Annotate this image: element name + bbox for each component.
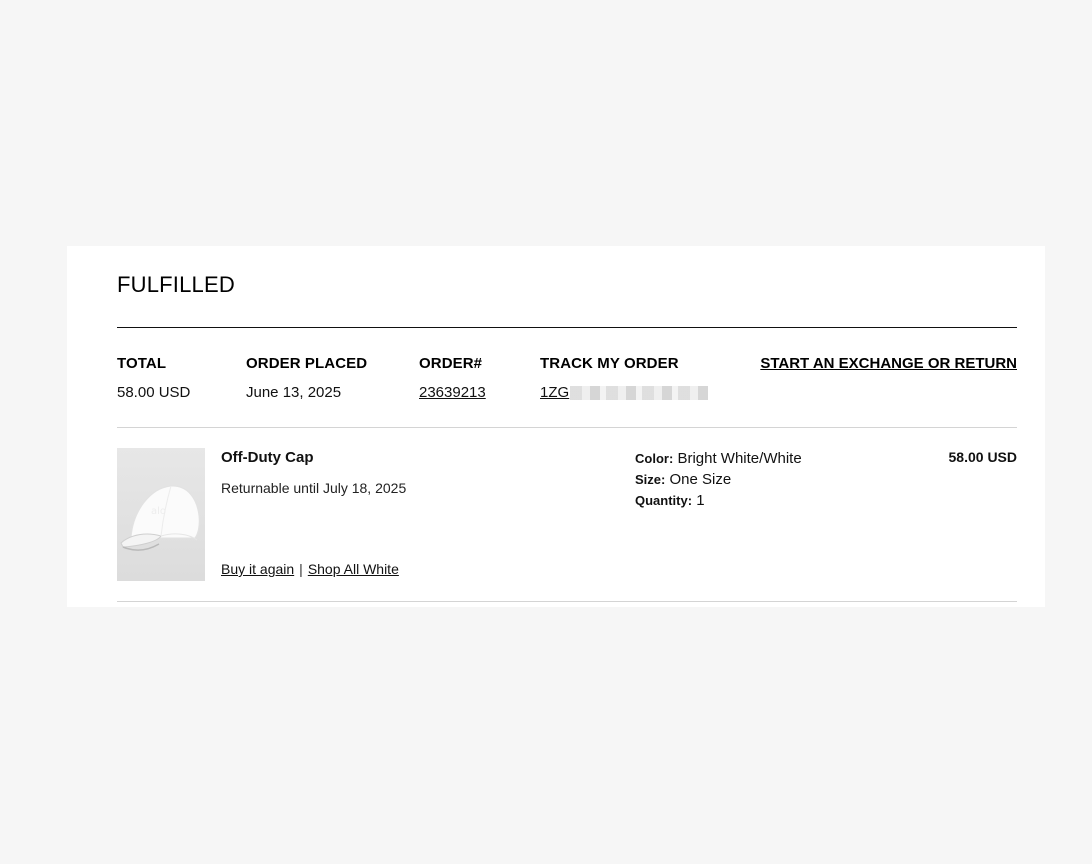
returnable-until: Returnable until July 18, 2025 [221, 480, 407, 496]
link-separator: | [299, 561, 303, 577]
tracking-number-text[interactable]: 1ZG [540, 383, 569, 403]
track-order-column: TRACK MY ORDER 1ZG [540, 354, 709, 403]
item-action-links: Buy it again | Shop All White [221, 561, 399, 577]
color-value: Bright White/White [677, 450, 802, 467]
size-value: One Size [669, 471, 732, 488]
order-placed-date: June 13, 2025 [246, 384, 342, 401]
shop-all-white-link[interactable]: Shop All White [308, 561, 399, 577]
item-attributes: Color: Bright White/White Size: One Size… [635, 448, 802, 511]
total-value: 58.00 USD [117, 384, 191, 401]
quantity-label: Quantity: [635, 493, 693, 508]
svg-text:alo: alo [151, 506, 166, 517]
order-status-heading: FULFILLED [117, 272, 235, 297]
order-number-column: ORDER# 23639213 [419, 354, 486, 403]
quantity-attribute: Quantity: 1 [635, 490, 802, 511]
order-number-label: ORDER# [419, 355, 483, 372]
color-label: Color: [635, 451, 674, 466]
order-placed-label: ORDER PLACED [246, 355, 368, 372]
item-price: 58.00 USD [948, 449, 1017, 465]
color-attribute: Color: Bright White/White [635, 448, 802, 469]
cap-product-image[interactable]: alo [117, 448, 205, 581]
size-label: Size: [635, 472, 666, 487]
start-exchange-or-return-link[interactable]: START AN EXCHANGE OR RETURN [760, 354, 1017, 374]
status-divider [117, 327, 1017, 328]
buy-it-again-link[interactable]: Buy it again [221, 561, 294, 577]
order-placed-column: ORDER PLACED June 13, 2025 [246, 354, 367, 403]
total-column: TOTAL 58.00 USD [117, 354, 190, 403]
tracking-number-link[interactable]: 1ZG [540, 383, 709, 403]
track-order-label: TRACK MY ORDER [540, 355, 679, 372]
total-label: TOTAL [117, 355, 167, 372]
item-divider [117, 601, 1017, 602]
summary-divider [117, 427, 1017, 428]
quantity-value: 1 [696, 492, 705, 509]
order-number-link[interactable]: 23639213 [419, 384, 486, 401]
order-card: FULFILLED TOTAL 58.00 USD ORDER PLACED J… [67, 246, 1045, 607]
tracking-redaction [570, 386, 709, 400]
product-name[interactable]: Off-Duty Cap [221, 449, 314, 466]
size-attribute: Size: One Size [635, 469, 802, 490]
